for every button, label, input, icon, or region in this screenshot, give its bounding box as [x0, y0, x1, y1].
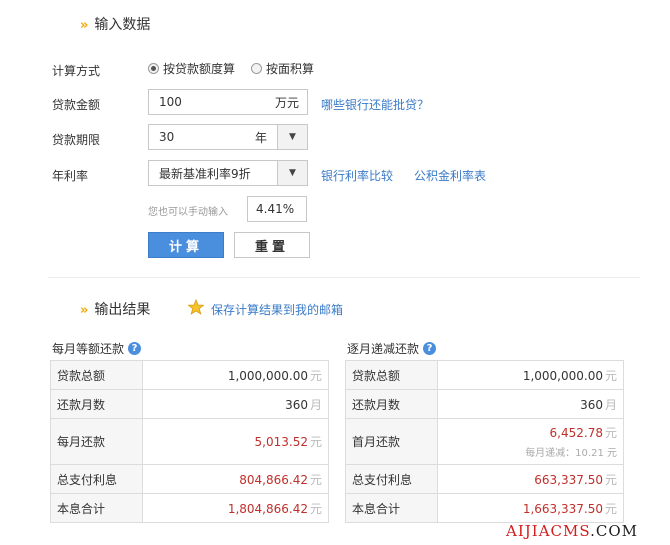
loan-amount-field: 万元 [148, 89, 308, 115]
manual-rate-field [247, 196, 307, 222]
calc-method-radio-group: 按贷款额度算 按面积算 [148, 60, 314, 77]
reset-button[interactable]: 重置 [234, 232, 310, 258]
row-label: 本息合计 [50, 493, 143, 523]
double-chevron-icon: » [80, 18, 89, 33]
loan-term-select[interactable]: 年 ▼ [148, 124, 308, 150]
site-watermark: AIJIACMS.COM [506, 522, 639, 540]
row-value: 804,866.42 元 [142, 464, 329, 494]
radio-by-area[interactable]: 按面积算 [251, 60, 314, 77]
rate-dropdown-button[interactable]: ▼ [277, 161, 307, 185]
row-label: 首月还款 [345, 418, 438, 465]
loan-term-dropdown-button[interactable]: ▼ [277, 125, 307, 149]
table-row: 贷款总额 1,000,000.00 元 [50, 360, 329, 390]
save-to-email-link[interactable]: 保存计算结果到我的邮箱 [211, 301, 343, 318]
triangle-down-icon: ▼ [289, 132, 296, 142]
table-row: 总支付利息 663,337.50 元 [345, 464, 624, 494]
manual-input-hint: 您也可以手动输入 [148, 207, 228, 218]
table-row: 还款月数 360 月 [50, 389, 329, 419]
equal-payment-title: 每月等额还款 ? [52, 340, 142, 357]
row-value: 1,663,337.50 元 [437, 493, 624, 523]
star-icon [188, 299, 204, 315]
table-row: 首月还款 6,452.78 元每月递减：10.21 元 [345, 418, 624, 465]
calc-method-label: 计算方式 [52, 64, 101, 78]
output-section-title: » 输出结果 [80, 302, 151, 318]
row-value: 360 月 [142, 389, 329, 419]
bank-rate-compare-link[interactable]: 银行利率比较 [321, 167, 393, 184]
monthly-decrease-note: 每月递减：10.21 元 [525, 448, 617, 459]
which-banks-link[interactable]: 哪些银行还能批贷？ [321, 96, 429, 113]
radio-unchecked-icon [251, 63, 263, 74]
row-value: 1,000,000.00 元 [142, 360, 329, 390]
row-value: 360 月 [437, 389, 624, 419]
table-row: 还款月数 360 月 [345, 389, 624, 419]
loan-term-unit: 年 [254, 130, 267, 145]
table-row: 总支付利息 804,866.42 元 [50, 464, 329, 494]
fund-rate-table-link[interactable]: 公积金利率表 [414, 167, 486, 184]
loan-amount-unit: 万元 [274, 95, 299, 110]
row-label: 贷款总额 [50, 360, 143, 390]
table-row: 本息合计 1,663,337.50 元 [345, 493, 624, 523]
row-value: 1,000,000.00 元 [437, 360, 624, 390]
rate-select[interactable]: 最新基准利率9折 ▼ [148, 160, 308, 186]
row-label: 总支付利息 [345, 464, 438, 494]
decreasing-payment-title: 逐月递减还款 ? [347, 340, 437, 357]
double-chevron-icon: » [80, 303, 89, 318]
equal-payment-table: 贷款总额 1,000,000.00 元 还款月数 360 月 每月还款 5,013.… [50, 360, 329, 523]
manual-rate-input[interactable] [248, 197, 306, 221]
help-icon[interactable]: ? [128, 342, 142, 355]
rate-selected-value: 最新基准利率9折 [159, 166, 251, 181]
loan-term-label: 贷款期限 [52, 133, 101, 147]
row-label: 本息合计 [345, 493, 438, 523]
rate-label: 年利率 [52, 169, 89, 183]
row-value: 1,804,866.42 元 [142, 493, 329, 523]
row-label: 总支付利息 [50, 464, 143, 494]
row-label: 每月还款 [50, 418, 143, 465]
triangle-down-icon: ▼ [289, 168, 296, 178]
loan-amount-label: 贷款金额 [52, 98, 101, 112]
table-row: 贷款总额 1,000,000.00 元 [345, 360, 624, 390]
row-label: 还款月数 [50, 389, 143, 419]
section-divider [48, 277, 640, 278]
row-label: 还款月数 [345, 389, 438, 419]
table-row: 每月还款 5,013.52 元 [50, 418, 329, 465]
row-value: 663,337.50 元 [437, 464, 624, 494]
loan-term-input[interactable] [149, 125, 239, 149]
input-section-title: » 输入数据 [80, 17, 151, 33]
help-icon[interactable]: ? [423, 342, 437, 355]
calculate-button[interactable]: 计算 [148, 232, 224, 258]
row-value: 6,452.78 元每月递减：10.21 元 [437, 418, 624, 465]
table-row: 本息合计 1,804,866.42 元 [50, 493, 329, 523]
radio-checked-icon [148, 63, 159, 74]
row-value: 5,013.52 元 [142, 418, 329, 465]
row-label: 贷款总额 [345, 360, 438, 390]
radio-by-loan-amount[interactable]: 按贷款额度算 [148, 60, 235, 77]
decreasing-payment-table: 贷款总额 1,000,000.00 元 还款月数 360 月 首月还款 6,452.… [345, 360, 624, 523]
loan-amount-input[interactable] [149, 90, 259, 114]
